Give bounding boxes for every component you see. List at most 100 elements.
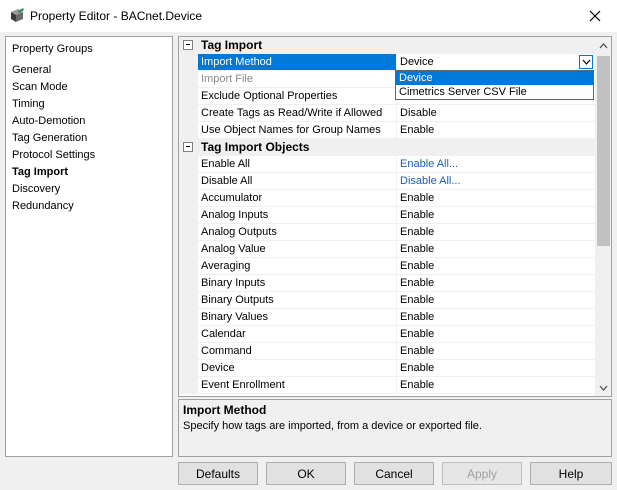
row-gutter bbox=[179, 190, 198, 207]
property-groups-panel: Property Groups General Scan Mode Timing Au… bbox=[5, 36, 173, 457]
property-name[interactable]: Import Method bbox=[198, 54, 397, 71]
description-text: Specify how tags are imported, from a de… bbox=[183, 420, 482, 432]
property-row-accumulator[interactable]: Accumulator Enable bbox=[179, 190, 595, 207]
property-row-binary-outputs[interactable]: Binary Outputs Enable bbox=[179, 292, 595, 309]
property-group-scan-mode[interactable]: Scan Mode bbox=[12, 80, 95, 97]
property-row-create-tags-as-read-write-if-allowed[interactable]: Create Tags as Read/Write if Allowed Disa… bbox=[179, 105, 595, 122]
property-group-timing[interactable]: Timing bbox=[12, 97, 95, 114]
scroll-up-icon bbox=[599, 42, 608, 48]
property-value[interactable]: Enable bbox=[397, 292, 595, 309]
property-name[interactable]: Binary Values bbox=[198, 309, 397, 326]
cancel-button[interactable]: Cancel bbox=[354, 462, 434, 485]
property-value[interactable]: Enable All... bbox=[397, 156, 595, 173]
ok-button[interactable]: OK bbox=[266, 462, 346, 485]
property-name[interactable]: Use Object Names for Group Names bbox=[198, 122, 397, 139]
property-name[interactable]: Enable All bbox=[198, 156, 397, 173]
row-gutter bbox=[179, 224, 198, 241]
scroll-up-button[interactable] bbox=[595, 37, 611, 54]
row-gutter bbox=[179, 360, 198, 377]
property-name[interactable]: Event Enrollment bbox=[198, 377, 397, 394]
property-value[interactable]: Enable bbox=[397, 122, 595, 139]
category-tag-import: Tag Import bbox=[179, 37, 595, 54]
property-group-general[interactable]: General bbox=[12, 63, 95, 80]
property-row-enable-all[interactable]: Enable All Enable All... bbox=[179, 156, 595, 173]
property-value[interactable]: Enable bbox=[397, 360, 595, 377]
property-name[interactable]: Disable All bbox=[198, 173, 397, 190]
row-gutter bbox=[179, 241, 198, 258]
property-row-device[interactable]: Device Enable bbox=[179, 360, 595, 377]
chevron-down-icon bbox=[582, 59, 590, 65]
property-name[interactable]: Analog Inputs bbox=[198, 207, 397, 224]
help-button[interactable]: Help bbox=[530, 462, 612, 485]
dropdown-button[interactable] bbox=[579, 55, 593, 69]
property-value[interactable]: Enable bbox=[397, 275, 595, 292]
category-tag-import-objects: Tag Import Objects bbox=[179, 139, 595, 156]
property-group-tag-generation[interactable]: Tag Generation bbox=[12, 131, 95, 148]
property-name[interactable]: Binary Inputs bbox=[198, 275, 397, 292]
property-value[interactable]: Enable bbox=[397, 309, 595, 326]
row-gutter bbox=[179, 207, 198, 224]
collapse-icon[interactable] bbox=[183, 40, 193, 50]
property-value[interactable]: Disable All... bbox=[397, 173, 595, 190]
property-name[interactable]: Calendar bbox=[198, 326, 397, 343]
import-method-dropdown-list[interactable]: Device Cimetrics Server CSV File bbox=[395, 70, 594, 100]
property-name[interactable]: Exclude Optional Properties bbox=[198, 88, 397, 105]
property-group-discovery[interactable]: Discovery bbox=[12, 182, 95, 199]
property-value[interactable]: Enable bbox=[397, 241, 595, 258]
app-icon bbox=[11, 8, 24, 22]
row-gutter bbox=[179, 54, 198, 71]
property-value[interactable]: Disable bbox=[397, 105, 595, 122]
property-name[interactable]: Binary Outputs bbox=[198, 292, 397, 309]
title-bar: Property Editor - BACnet.Device bbox=[0, 0, 617, 32]
property-value[interactable]: Enable bbox=[397, 224, 595, 241]
property-name[interactable]: Analog Value bbox=[198, 241, 397, 258]
scroll-down-button[interactable] bbox=[595, 379, 611, 396]
row-gutter bbox=[179, 326, 198, 343]
property-row-analog-value[interactable]: Analog Value Enable bbox=[179, 241, 595, 258]
scroll-down-icon bbox=[599, 385, 608, 391]
import-method-combo[interactable]: Device bbox=[397, 54, 595, 71]
close-button[interactable] bbox=[573, 0, 617, 32]
collapse-icon[interactable] bbox=[183, 142, 193, 152]
property-row-use-object-names-for-group-names[interactable]: Use Object Names for Group Names Enable bbox=[179, 122, 595, 139]
property-name[interactable]: Analog Outputs bbox=[198, 224, 397, 241]
property-value[interactable]: Enable bbox=[397, 326, 595, 343]
property-row-analog-inputs[interactable]: Analog Inputs Enable bbox=[179, 207, 595, 224]
property-name[interactable]: Device bbox=[198, 360, 397, 377]
property-value[interactable]: Enable bbox=[397, 207, 595, 224]
property-name[interactable]: Command bbox=[198, 343, 397, 360]
property-value[interactable]: Enable bbox=[397, 258, 595, 275]
row-gutter bbox=[179, 275, 198, 292]
property-row-import-method[interactable]: Import Method Device bbox=[179, 54, 595, 71]
property-row-binary-values[interactable]: Binary Values Enable bbox=[179, 309, 595, 326]
property-row-calendar[interactable]: Calendar Enable bbox=[179, 326, 595, 343]
property-group-redundancy[interactable]: Redundancy bbox=[12, 199, 95, 216]
property-name[interactable]: Import File bbox=[198, 71, 397, 88]
property-name[interactable]: Create Tags as Read/Write if Allowed bbox=[198, 105, 397, 122]
property-name[interactable]: Averaging bbox=[198, 258, 397, 275]
property-value[interactable]: Enable bbox=[397, 343, 595, 360]
property-row-disable-all[interactable]: Disable All Disable All... bbox=[179, 173, 595, 190]
property-groups-list: General Scan Mode Timing Auto-Demotion Tag G… bbox=[12, 63, 95, 216]
scroll-thumb[interactable] bbox=[597, 56, 610, 246]
property-value[interactable]: Enable bbox=[397, 377, 595, 394]
property-group-auto-demotion[interactable]: Auto-Demotion bbox=[12, 114, 95, 131]
row-gutter bbox=[179, 292, 198, 309]
description-panel: Import Method Specify how tags are impor… bbox=[178, 399, 612, 457]
row-gutter bbox=[179, 122, 198, 139]
property-row-event-enrollment[interactable]: Event Enrollment Enable bbox=[179, 377, 595, 394]
dropdown-option-device[interactable]: Device bbox=[396, 71, 593, 85]
property-row-analog-outputs[interactable]: Analog Outputs Enable bbox=[179, 224, 595, 241]
property-value[interactable]: Enable bbox=[397, 190, 595, 207]
property-group-tag-import[interactable]: Tag Import bbox=[12, 165, 95, 182]
property-name[interactable]: Accumulator bbox=[198, 190, 397, 207]
property-row-binary-inputs[interactable]: Binary Inputs Enable bbox=[179, 275, 595, 292]
defaults-button[interactable]: Defaults bbox=[178, 462, 258, 485]
row-gutter bbox=[179, 88, 198, 105]
property-group-protocol-settings[interactable]: Protocol Settings bbox=[12, 148, 95, 165]
vertical-scrollbar[interactable] bbox=[595, 37, 611, 396]
dropdown-option-cimetrics-server-csv-file[interactable]: Cimetrics Server CSV File bbox=[396, 85, 593, 99]
property-row-averaging[interactable]: Averaging Enable bbox=[179, 258, 595, 275]
property-row-command[interactable]: Command Enable bbox=[179, 343, 595, 360]
description-title: Import Method bbox=[183, 403, 267, 417]
